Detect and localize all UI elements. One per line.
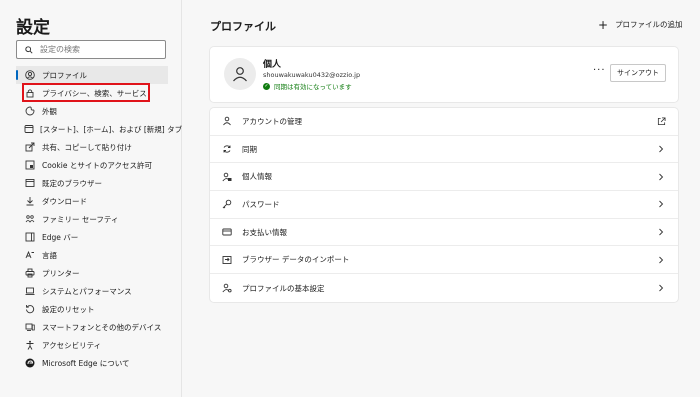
row-import-data[interactable]: ブラウザー データのインポート (210, 247, 678, 275)
profile-settings-icon (221, 282, 233, 294)
sidebar-item-label: Microsoft Edge について (42, 358, 130, 368)
sidebar-item-label: ファミリー セーフティ (42, 214, 119, 224)
sidebar-item-family[interactable]: ファミリー セーフティ (16, 210, 168, 228)
row-payment-info[interactable]: お支払い情報 (210, 219, 678, 247)
language-icon (24, 249, 36, 261)
download-icon (24, 195, 36, 207)
highlight-box (22, 83, 150, 102)
add-profile-button[interactable]: + プロファイルの追加 (598, 17, 683, 32)
profile-settings-list: アカウントの管理 同期 個人情報 パスワード お支払い情報 ブラウザー データの… (210, 108, 678, 302)
sidebar-item-downloads[interactable]: ダウンロード (16, 192, 168, 210)
sidebar-item-label: ダウンロード (42, 196, 87, 206)
chevron-right-icon (655, 256, 667, 264)
row-passwords[interactable]: パスワード (210, 191, 678, 219)
reset-icon (24, 303, 36, 315)
add-profile-label: プロファイルの追加 (615, 20, 683, 29)
account-icon (221, 115, 233, 127)
row-sync[interactable]: 同期 (210, 136, 678, 164)
share-icon (24, 141, 36, 153)
row-label: プロファイルの基本設定 (242, 283, 325, 293)
search-icon (21, 45, 37, 54)
sync-status-label: 同期は有効になっています (274, 83, 352, 91)
search-input[interactable]: 設定の検索 (16, 40, 166, 59)
row-label: 同期 (242, 144, 257, 154)
family-icon (24, 213, 36, 225)
external-link-icon (655, 117, 667, 126)
row-label: アカウントの管理 (242, 116, 302, 126)
signout-button[interactable]: サインアウト (610, 64, 666, 82)
page-title: プロファイル (210, 20, 276, 33)
sidebar-item-label: アクセシビリティ (42, 340, 102, 350)
sidebar-item-devices[interactable]: スマートフォンとその他のデバイス (16, 318, 168, 336)
profile-icon (24, 69, 36, 81)
sidebar-item-edge-bar[interactable]: Edge バー (16, 228, 168, 246)
row-label: パスワード (242, 199, 280, 209)
sidebar-item-about[interactable]: Microsoft Edge について (16, 354, 168, 372)
printer-icon (24, 267, 36, 279)
search-placeholder: 設定の検索 (40, 45, 80, 54)
chevron-right-icon (655, 284, 667, 292)
sidebar-item-accessibility[interactable]: アクセシビリティ (16, 336, 168, 354)
appearance-icon (24, 105, 36, 117)
sidebar-item-start-home-newtab[interactable]: [スタート]、[ホーム]、および [新規] タブ (16, 120, 182, 138)
row-label: 個人情報 (242, 172, 272, 182)
sidebar-item-label: Cookie とサイトのアクセス許可 (42, 160, 152, 170)
sidebar-item-language[interactable]: 言語 (16, 246, 168, 264)
sidebar-title: 設定 (16, 18, 50, 38)
sidebar-item-cookies[interactable]: Cookie とサイトのアクセス許可 (16, 156, 168, 174)
sidebar-item-default-browser[interactable]: 既定のブラウザー (16, 174, 168, 192)
row-manage-account[interactable]: アカウントの管理 (210, 108, 678, 136)
check-icon: ✓ (263, 82, 270, 90)
row-label: ブラウザー データのインポート (242, 255, 350, 265)
sidebar-nav: プロファイル プライバシー、検索、サービス 外観 [スタート]、[ホーム]、およ… (16, 66, 182, 372)
sidebar-item-label: 既定のブラウザー (42, 178, 102, 188)
row-label: お支払い情報 (242, 227, 287, 237)
profile-email: shouwakuwaku0432@ozzio.jp (263, 71, 361, 79)
import-icon (221, 254, 233, 266)
phone-icon (24, 321, 36, 333)
chevron-right-icon (655, 228, 667, 236)
sidebar-item-printer[interactable]: プリンター (16, 264, 168, 282)
sidebar-item-label: 共有、コピーして貼り付け (42, 142, 132, 152)
sync-icon (221, 143, 233, 155)
sidebar-item-reset[interactable]: 設定のリセット (16, 300, 168, 318)
edge-logo-icon (24, 357, 36, 369)
sidebar-item-label: スマートフォンとその他のデバイス (42, 322, 162, 332)
sidebar-item-profile[interactable]: プロファイル (16, 66, 168, 84)
sidebar: 設定 設定の検索 プロファイル プライバシー、検索、サービス 外観 [スタート]… (0, 0, 182, 397)
plus-icon: + (598, 17, 609, 32)
personal-info-icon (221, 171, 233, 183)
chevron-right-icon (655, 145, 667, 153)
profile-card: 個人 shouwakuwaku0432@ozzio.jp ✓ 同期は有効になって… (210, 47, 678, 102)
sidebar-item-label: プリンター (42, 268, 80, 278)
sidebar-item-system[interactable]: システムとパフォーマンス (16, 282, 168, 300)
profile-name: 個人 (263, 60, 282, 70)
sidebar-item-label: 言語 (42, 250, 57, 260)
sidebar-item-appearance[interactable]: 外観 (16, 102, 168, 120)
sidebar-item-label: Edge バー (42, 232, 79, 242)
key-icon (221, 198, 233, 210)
sync-status: ✓ 同期は有効になっています (263, 81, 352, 91)
system-icon (24, 285, 36, 297)
cookie-site-icon (24, 159, 36, 171)
row-profile-preferences[interactable]: プロファイルの基本設定 (210, 274, 678, 302)
home-tab-icon (24, 123, 34, 135)
sidebar-item-label: [スタート]、[ホーム]、および [新規] タブ (40, 124, 183, 134)
sidebar-item-label: システムとパフォーマンス (42, 286, 132, 296)
row-personal-info[interactable]: 個人情報 (210, 163, 678, 192)
card-icon (221, 226, 233, 238)
avatar (224, 58, 256, 90)
sidebar-item-label: プロファイル (42, 70, 87, 80)
edge-bar-icon (24, 231, 36, 243)
chevron-right-icon (655, 200, 667, 208)
more-options-button[interactable]: ··· (593, 65, 606, 76)
sidebar-item-share[interactable]: 共有、コピーして貼り付け (16, 138, 168, 156)
browser-icon (24, 177, 36, 189)
sidebar-item-label: 設定のリセット (42, 304, 95, 314)
sidebar-item-label: 外観 (42, 106, 57, 116)
chevron-right-icon (655, 173, 667, 181)
accessibility-icon (24, 339, 36, 351)
